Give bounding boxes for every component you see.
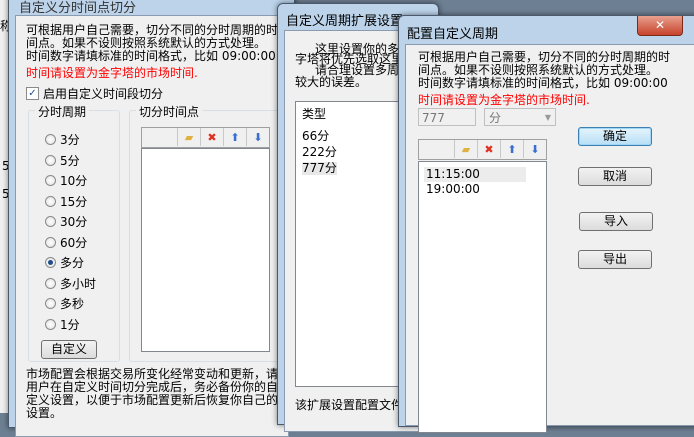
footer-text: 定义设置，以便于市场配置更新后恢复你自己的 bbox=[26, 393, 279, 407]
export-button[interactable]: 导出 bbox=[578, 250, 652, 269]
footer-text: 该扩展设置配置文件 bbox=[295, 398, 404, 412]
period-radio[interactable]: 1分 bbox=[45, 316, 80, 333]
close-button[interactable]: ✕ bbox=[637, 16, 683, 36]
dialog-title: 自定义分时间点切分 bbox=[19, 1, 137, 16]
radio-label: 5分 bbox=[60, 153, 80, 168]
close-icon: ✕ bbox=[654, 18, 666, 32]
radio-label: 10分 bbox=[60, 174, 88, 188]
radio-icon bbox=[45, 195, 56, 207]
warning-text: 时间请设置为金字塔的市场时间. bbox=[26, 66, 198, 80]
config-custom-period-dialog: 配置自定义周期 ✕ 可根据用户自己需要，切分不同的分时周期的时 间点。如果不设则… bbox=[398, 15, 694, 433]
radio-label: 3分 bbox=[60, 133, 80, 147]
time-toolbar: ▰ ✖ ⬆ ⬇ bbox=[418, 139, 547, 160]
radio-icon bbox=[45, 298, 56, 309]
dialog-title: 配置自定义周期 bbox=[407, 27, 499, 42]
arrow-up-button[interactable]: ⬆ bbox=[223, 128, 246, 146]
ok-button[interactable]: 确定 bbox=[578, 127, 652, 146]
list-header: 类型 bbox=[302, 107, 327, 121]
list-item[interactable]: 222分 bbox=[302, 146, 337, 159]
cancel-button[interactable]: 取消 bbox=[578, 167, 652, 186]
cut-time-group: 切分时间点 ▰ ✖ ⬆ ⬇ bbox=[129, 103, 281, 362]
dialog-title: 自定义周期扩展设置 bbox=[286, 14, 404, 29]
radio-label: 60分 bbox=[60, 235, 88, 250]
period-radio[interactable]: 10分 bbox=[45, 172, 87, 189]
delete-button[interactable]: ✖ bbox=[200, 128, 223, 146]
import-button[interactable]: 导入 bbox=[579, 212, 653, 231]
folder-icon: ▰ bbox=[461, 142, 471, 156]
arrow-up-button[interactable]: ⬆ bbox=[500, 140, 523, 158]
radio-label: 1分 bbox=[60, 317, 80, 332]
description-line: 较大的误差。 bbox=[295, 75, 368, 89]
arrow-down-icon: ⬇ bbox=[530, 142, 540, 156]
period-radio[interactable]: 3分 bbox=[45, 131, 80, 148]
time-toolbar: ▰ ✖ ⬆ ⬇ bbox=[141, 127, 270, 148]
radio-icon bbox=[45, 216, 56, 227]
radio-label: 多秒 bbox=[60, 297, 85, 311]
group-label: 切分时间点 bbox=[136, 103, 203, 120]
radio-label: 多分 bbox=[60, 256, 85, 270]
enable-custom-checkbox[interactable]: ✓ 启用自定义时间段切分 bbox=[26, 85, 163, 102]
period-radio[interactable]: 多分 bbox=[45, 254, 84, 271]
arrow-up-icon: ⬆ bbox=[507, 142, 517, 156]
checkbox-icon: ✓ bbox=[26, 87, 39, 100]
period-radio[interactable]: 5分 bbox=[45, 152, 80, 169]
radio-icon bbox=[45, 277, 56, 289]
radio-icon bbox=[45, 134, 56, 145]
radio-icon bbox=[45, 175, 56, 186]
list-item[interactable]: 66分 bbox=[302, 130, 329, 143]
radio-icon bbox=[45, 257, 56, 268]
arrow-down-button[interactable]: ⬇ bbox=[523, 140, 546, 158]
folder-button[interactable]: ▰ bbox=[454, 140, 477, 158]
cut-time-list[interactable] bbox=[141, 148, 270, 352]
radio-icon bbox=[45, 154, 56, 166]
period-radio[interactable]: 多小时 bbox=[45, 275, 96, 292]
description-line: 时间数字请填标准的时间格式，比如 09:00:00 bbox=[418, 76, 668, 90]
warning-text: 时间请设置为金字塔的市场时间. bbox=[418, 93, 590, 107]
list-item[interactable]: 11:15:00 bbox=[424, 167, 526, 182]
delete-icon: ✖ bbox=[484, 142, 494, 156]
period-radio[interactable]: 30分 bbox=[45, 213, 87, 230]
period-group: 分时周期 3分 5分 10分 15分 30分 60分多分多小时多秒 1分 自定义 bbox=[28, 103, 120, 362]
arrow-up-icon: ⬆ bbox=[230, 130, 240, 144]
input-value: 777 bbox=[422, 111, 445, 125]
select-value: 分 bbox=[489, 111, 502, 125]
radio-label: 15分 bbox=[60, 194, 88, 209]
arrow-down-icon: ⬇ bbox=[253, 130, 263, 144]
radio-icon bbox=[45, 236, 56, 248]
split-time-dialog: 自定义分时间点切分 可根据用户自己需要，切分不同的分时周期的时 间点。如果不设则… bbox=[8, 0, 295, 437]
period-radio[interactable]: 60分 bbox=[45, 234, 87, 251]
checkbox-label: 启用自定义时间段切分 bbox=[43, 87, 164, 101]
group-label: 分时周期 bbox=[35, 103, 90, 120]
period-value-input[interactable]: 777 bbox=[418, 108, 476, 126]
radio-icon bbox=[45, 318, 56, 330]
time-list[interactable]: 11:15:00 19:00:00 bbox=[418, 161, 547, 433]
period-radio[interactable]: 多秒 bbox=[45, 295, 84, 312]
period-unit-select[interactable]: 分 ▼ bbox=[484, 108, 556, 126]
delete-button[interactable]: ✖ bbox=[477, 140, 500, 158]
arrow-down-button[interactable]: ⬇ bbox=[246, 128, 269, 146]
description-line: 时间数字请填标准的时间格式，比如 09:00:00 bbox=[26, 49, 276, 63]
radio-label: 30分 bbox=[60, 215, 88, 229]
chevron-down-icon: ▼ bbox=[544, 113, 551, 122]
custom-button[interactable]: 自定义 bbox=[41, 340, 97, 359]
list-item[interactable]: 19:00:00 bbox=[426, 183, 480, 196]
list-item[interactable]: 777分 bbox=[302, 162, 337, 175]
delete-icon: ✖ bbox=[207, 130, 217, 144]
folder-icon: ▰ bbox=[184, 130, 194, 144]
folder-button[interactable]: ▰ bbox=[177, 128, 200, 146]
radio-label: 多小时 bbox=[60, 276, 97, 291]
footer-text: 设置。 bbox=[26, 406, 63, 420]
period-radio[interactable]: 15分 bbox=[45, 193, 87, 210]
